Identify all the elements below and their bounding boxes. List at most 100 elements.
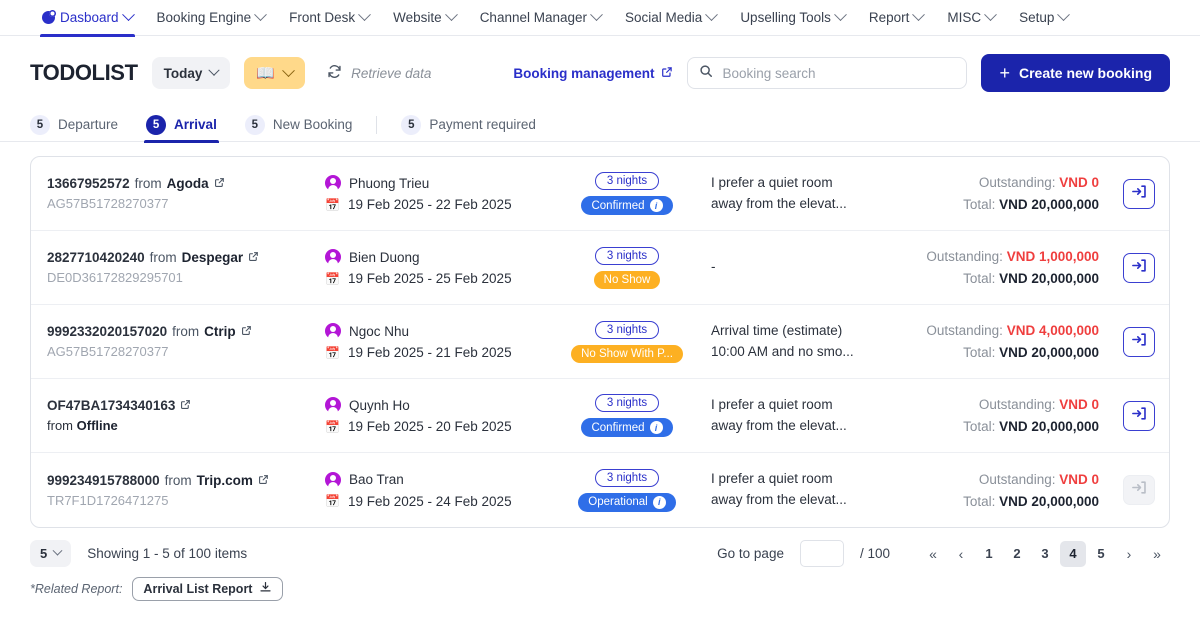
date-filter-label: Today bbox=[163, 65, 203, 81]
table-row[interactable]: OF47BA1734340163 from Offline Quynh Ho 📅 19 … bbox=[31, 379, 1169, 453]
external-link-icon[interactable] bbox=[248, 251, 259, 265]
check-in-button[interactable] bbox=[1123, 326, 1155, 357]
status-badge[interactable]: Operational i bbox=[578, 492, 676, 512]
info-icon[interactable]: i bbox=[652, 495, 666, 509]
tab-new-booking[interactable]: 5 New Booking bbox=[231, 108, 367, 142]
booking-management-link[interactable]: Booking management bbox=[513, 66, 673, 81]
date-filter-dropdown[interactable]: Today bbox=[151, 57, 231, 89]
external-link-icon[interactable] bbox=[180, 399, 191, 413]
amounts-cell: Outstanding: VND 0 Total: VND 20,000,000 bbox=[903, 472, 1099, 509]
external-link-icon[interactable] bbox=[258, 474, 269, 488]
status-badge[interactable]: No Show With P... bbox=[571, 344, 683, 363]
tab-count-badge: 5 bbox=[244, 114, 265, 135]
todolist-tabs: 5 Departure 5 Arrival 5 New Booking 5 Payment r… bbox=[0, 108, 1200, 143]
pagination-page-3[interactable]: 3 bbox=[1032, 541, 1058, 567]
guest-note-cell: I prefer a quiet room away from the eleva… bbox=[697, 395, 903, 437]
total-line: Total: VND 20,000,000 bbox=[903, 271, 1099, 286]
pagination-page-5[interactable]: 5 bbox=[1088, 541, 1114, 567]
nights-badge: 3 nights bbox=[594, 468, 660, 487]
tab-departure[interactable]: 5 Departure bbox=[30, 108, 132, 142]
booking-reference-cell: OF47BA1734340163 from Offline bbox=[47, 398, 325, 433]
table-row[interactable]: 9992332020157020 from Ctrip AG57B5172827037… bbox=[31, 305, 1169, 379]
status-badge[interactable]: No Show bbox=[593, 270, 661, 289]
stay-dates-line: 📅 19 Feb 2025 - 25 Feb 2025 bbox=[325, 271, 557, 286]
retrieve-data-label: Retrieve data bbox=[351, 65, 432, 81]
pagination-first-button[interactable]: « bbox=[920, 541, 946, 567]
total-value: VND 20,000,000 bbox=[999, 345, 1099, 360]
check-in-icon bbox=[1131, 183, 1148, 205]
create-new-booking-label: Create new booking bbox=[1018, 65, 1152, 81]
nav-item-misc[interactable]: MISC bbox=[935, 0, 1007, 36]
external-link-icon[interactable] bbox=[214, 177, 225, 191]
nav-item-front-desk[interactable]: Front Desk bbox=[277, 0, 381, 36]
nav-item-upselling-tools[interactable]: Upselling Tools bbox=[728, 0, 857, 36]
nav-item-label: Upselling Tools bbox=[740, 9, 831, 25]
external-link-icon[interactable] bbox=[241, 325, 252, 339]
pagination-page-2[interactable]: 2 bbox=[1004, 541, 1030, 567]
pagination-page-1[interactable]: 1 bbox=[976, 541, 1002, 567]
outstanding-line: Outstanding: VND 0 bbox=[903, 472, 1099, 487]
page-size-dropdown[interactable]: 5 bbox=[30, 540, 72, 567]
nav-item-channel-manager[interactable]: Channel Manager bbox=[468, 0, 613, 36]
create-new-booking-button[interactable]: + Create new booking bbox=[981, 54, 1170, 92]
from-label: from bbox=[134, 176, 162, 191]
pagination-prev-button[interactable]: ‹ bbox=[948, 541, 974, 567]
outstanding-label: Outstanding: bbox=[978, 471, 1056, 487]
tab-separator bbox=[376, 115, 378, 134]
amounts-cell: Outstanding: VND 0 Total: VND 20,000,000 bbox=[903, 175, 1099, 212]
pagination-last-button[interactable]: » bbox=[1144, 541, 1170, 567]
booking-reference-line: OF47BA1734340163 bbox=[47, 398, 325, 413]
table-row[interactable]: 2827710420240 from Despegar DE0D36172829295… bbox=[31, 231, 1169, 305]
retrieve-data-button[interactable]: Retrieve data bbox=[327, 64, 431, 82]
table-row[interactable]: 999234915788000 from Trip.com TR7F1D1726471… bbox=[31, 453, 1169, 527]
total-line: Total: VND 20,000,000 bbox=[903, 197, 1099, 212]
nav-item-booking-engine[interactable]: Booking Engine bbox=[145, 0, 278, 36]
page-size-value: 5 bbox=[40, 546, 48, 561]
go-to-page-input[interactable] bbox=[799, 540, 844, 567]
nav-item-label: Front Desk bbox=[289, 9, 356, 25]
check-in-button[interactable] bbox=[1123, 400, 1155, 431]
arrival-list-report-button[interactable]: Arrival List Report bbox=[132, 577, 284, 601]
guest-name: Phuong Trieu bbox=[349, 175, 430, 191]
guest-note-cell: Arrival time (estimate) 10:00 AM and no s… bbox=[697, 321, 903, 363]
pagination-next-button[interactable]: › bbox=[1116, 541, 1142, 567]
check-in-button[interactable] bbox=[1123, 252, 1155, 283]
nav-item-dasboard[interactable]: Dasboard bbox=[30, 0, 145, 37]
status-cell: 3 nights Confirmed i bbox=[557, 172, 697, 215]
calendar-icon: 📅 bbox=[325, 271, 340, 286]
check-in-button[interactable] bbox=[1123, 178, 1155, 209]
tab-count-badge: 5 bbox=[146, 114, 167, 135]
status-cell: 3 nights Operational i bbox=[557, 468, 697, 512]
tab-payment-required[interactable]: 5 Payment required bbox=[387, 108, 550, 142]
chevron-down-icon bbox=[1057, 8, 1071, 22]
status-badge[interactable]: Confirmed i bbox=[581, 196, 673, 215]
nav-item-label: Booking Engine bbox=[156, 9, 252, 25]
booking-reference-number: 13667952572 bbox=[47, 176, 130, 191]
nav-item-website[interactable]: Website bbox=[381, 0, 468, 36]
info-icon[interactable]: i bbox=[649, 421, 663, 434]
nav-item-setup[interactable]: Setup bbox=[1007, 0, 1080, 36]
pagination-page-4[interactable]: 4 bbox=[1060, 540, 1086, 567]
nav-item-report[interactable]: Report bbox=[857, 0, 936, 36]
status-badge-label: Confirmed bbox=[591, 421, 645, 434]
from-label: from bbox=[149, 250, 177, 265]
guest-name: Bao Tran bbox=[349, 472, 404, 487]
info-icon[interactable]: i bbox=[649, 199, 663, 212]
stay-dates-line: 📅 19 Feb 2025 - 21 Feb 2025 bbox=[325, 345, 557, 360]
guidebook-dropdown[interactable]: 📖 bbox=[244, 57, 306, 89]
nav-item-social-media[interactable]: Social Media bbox=[613, 0, 728, 36]
status-badge[interactable]: Confirmed i bbox=[581, 418, 673, 437]
stay-dates: 19 Feb 2025 - 22 Feb 2025 bbox=[347, 197, 512, 212]
page-title: TODOLIST bbox=[30, 60, 138, 85]
tab-arrival[interactable]: 5 Arrival bbox=[132, 108, 231, 143]
booking-reference-cell: 999234915788000 from Trip.com TR7F1D1726471… bbox=[47, 473, 325, 508]
table-row[interactable]: 13667952572 from Agoda AG57B51728270377 Phuo… bbox=[31, 157, 1169, 231]
search-input[interactable] bbox=[722, 65, 956, 81]
booking-source: Agoda bbox=[166, 176, 209, 191]
search-box[interactable] bbox=[687, 57, 968, 89]
stay-dates-line: 📅 19 Feb 2025 - 20 Feb 2025 bbox=[325, 419, 557, 434]
chevron-down-icon bbox=[984, 8, 998, 22]
chevron-down-icon bbox=[282, 63, 295, 77]
booking-reference-cell: 13667952572 from Agoda AG57B51728270377 bbox=[47, 176, 325, 211]
chevron-down-icon bbox=[254, 8, 267, 22]
